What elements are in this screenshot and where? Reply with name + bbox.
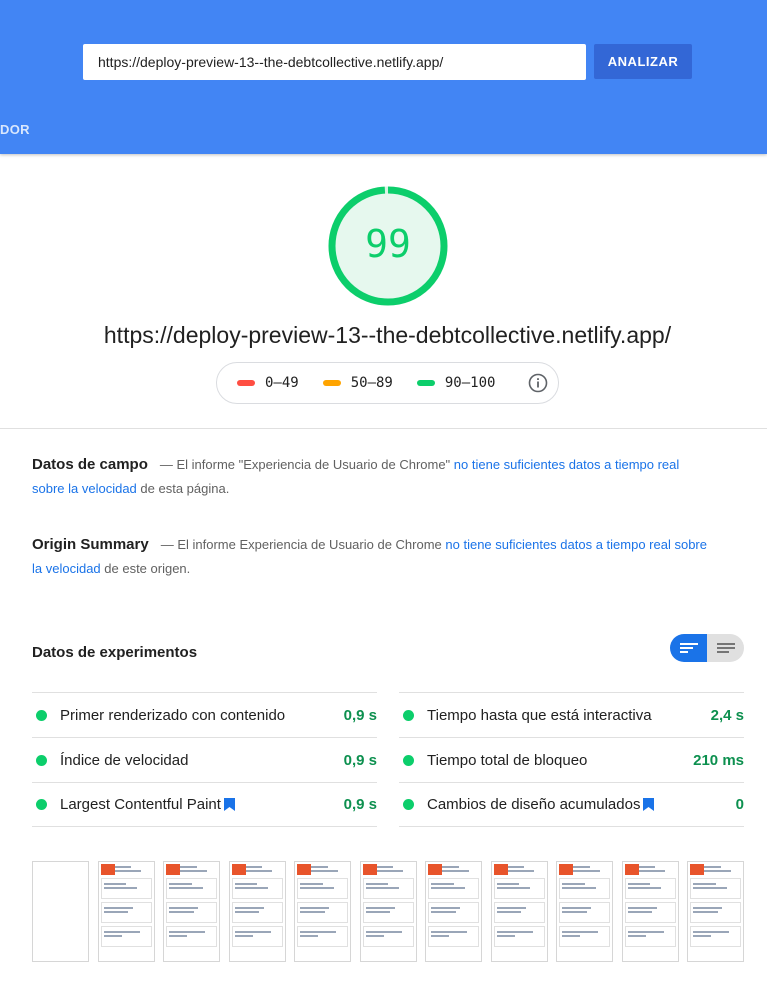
score-legend: 0–49 50–89 90–100 — [216, 362, 559, 404]
filmstrip-frame — [621, 861, 679, 962]
filmstrip-frame — [556, 861, 613, 962]
metric-value: 2,4 s — [710, 706, 744, 724]
metric-value: 0,9 s — [343, 751, 377, 769]
pass-dot-icon — [36, 709, 47, 721]
legend-swatch-poor — [237, 380, 255, 386]
metrics-view-toggle[interactable] — [670, 634, 744, 662]
filmstrip-frame — [294, 861, 351, 962]
section-divider — [0, 428, 767, 429]
field-data-section: Datos de campo — El informe "Experiencia … — [32, 453, 712, 501]
compact-view-button[interactable] — [670, 634, 707, 662]
origin-summary-heading: Origin Summary — [32, 536, 149, 553]
metric-row: Tiempo hasta que está interactiva 2,4 s — [399, 692, 744, 737]
metric-value: 0 — [735, 796, 744, 813]
legend-label: 90–100 — [444, 375, 496, 391]
short-lines-icon — [679, 643, 698, 653]
bookmark-icon — [223, 798, 235, 811]
filmstrip-frame — [490, 861, 548, 962]
filmstrip-frame — [359, 861, 417, 962]
origin-summary-section: Origin Summary — El informe Experiencia d… — [32, 533, 712, 581]
pass-dot-icon — [36, 754, 47, 766]
metrics-column-right: Tiempo hasta que está interactiva 2,4 s … — [399, 692, 744, 827]
analyze-button[interactable]: ANALIZAR — [594, 44, 692, 79]
metric-label: Cambios de diseño acumulados — [427, 796, 736, 813]
field-data-text-end: de esta página. — [136, 481, 230, 496]
metric-row: Largest Contentful Paint 0,9 s — [32, 782, 377, 827]
metric-label: Largest Contentful Paint — [60, 796, 344, 813]
legend-swatch-good — [416, 380, 435, 386]
long-lines-icon — [716, 643, 735, 653]
tab-desktop-partial[interactable]: DOR — [0, 122, 30, 137]
pass-dot-icon — [403, 709, 414, 721]
pass-dot-icon — [403, 754, 414, 766]
metric-value: 210 ms — [693, 751, 744, 769]
field-data-text: — El informe "Experiencia de Usuario de … — [159, 457, 454, 472]
origin-summary-text-end: de este origen. — [100, 561, 191, 576]
metric-label: Tiempo hasta que está interactiva — [427, 706, 652, 724]
header-bar: ANALIZAR DOR — [0, 0, 767, 154]
origin-summary-text: — El informe Experiencia de Usuario de C… — [160, 537, 446, 552]
bookmark-icon — [643, 798, 655, 811]
filmstrip-frame — [425, 861, 482, 962]
metric-label: Tiempo total de bloqueo — [427, 751, 588, 769]
metrics-column-left: Primer renderizado con contenido 0,9 s Í… — [32, 692, 377, 827]
metric-label: Primer renderizado con contenido — [60, 706, 286, 724]
expanded-view-button[interactable] — [707, 634, 744, 662]
filmstrip-frame — [163, 861, 220, 962]
metric-row: Primer renderizado con contenido 0,9 s — [32, 692, 377, 737]
legend-swatch-average — [322, 380, 341, 386]
filmstrip-frame — [228, 861, 286, 962]
metric-label: Índice de velocidad — [60, 751, 189, 769]
filmstrip — [32, 861, 744, 962]
metric-row: Cambios de diseño acumulados 0 — [399, 782, 744, 827]
metric-row: Tiempo total de bloqueo 210 ms — [399, 737, 744, 782]
field-data-heading: Datos de campo — [32, 456, 148, 473]
legend-item-good: 90–100 — [416, 375, 496, 391]
metric-row: Índice de velocidad 0,9 s — [32, 737, 377, 782]
legend-label: 50–89 — [350, 375, 393, 391]
metric-value: 0,9 s — [343, 706, 377, 724]
pass-dot-icon — [403, 799, 414, 810]
filmstrip-frame — [97, 861, 155, 962]
legend-item-average: 50–89 — [322, 375, 393, 391]
info-icon[interactable] — [528, 373, 548, 393]
legend-item-poor: 0–49 — [237, 375, 299, 391]
legend-label: 0–49 — [265, 375, 299, 391]
analyzed-url: https://deploy-preview-13--the-debtcolle… — [103, 322, 672, 348]
url-input[interactable] — [83, 44, 586, 80]
score-value: 99 — [365, 222, 411, 266]
pass-dot-icon — [36, 799, 47, 810]
lab-data-title: Datos de experimentos — [32, 644, 198, 661]
filmstrip-frame — [687, 861, 744, 962]
metric-value: 0,9 s — [343, 796, 377, 813]
filmstrip-frame-blank — [32, 861, 89, 962]
